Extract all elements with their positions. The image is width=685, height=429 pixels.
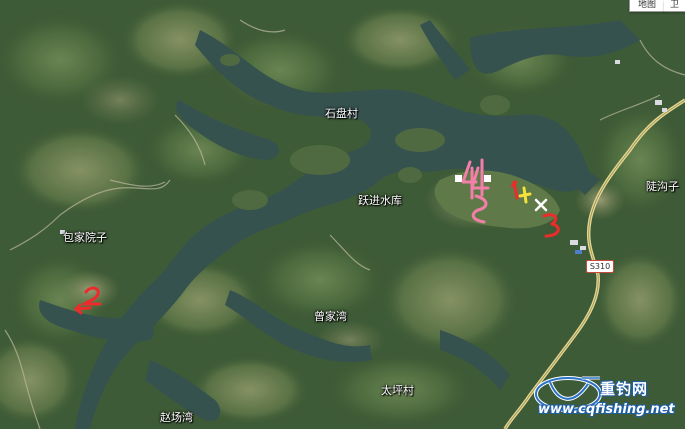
watermark-url[interactable]: www.cqfishing.net: [538, 402, 675, 417]
watermark-site-name: 重钓网: [600, 380, 649, 398]
place-label-taiping-village: 太坪村: [381, 384, 414, 397]
place-label-baojia-courtyard: 包家院子: [63, 231, 107, 244]
satellite-type-button[interactable]: 卫: [664, 0, 685, 12]
place-label-zhaochang-bay: 赵场湾: [160, 411, 193, 424]
map-view[interactable]: 地图 卫 石盘村 跃进水库 包家院子 曾家湾 太坪村 赵场湾 陡沟子 S310 …: [0, 0, 685, 429]
map-type-button[interactable]: 地图: [629, 0, 665, 12]
site-watermark: 重钓网 www.cqfishing.net: [528, 372, 685, 429]
place-label-zengjia-bay: 曾家湾: [314, 310, 347, 323]
satellite-imagery: [0, 0, 685, 429]
road-shield-s310: S310: [586, 260, 614, 273]
place-label-dougou: 陡沟子: [646, 180, 679, 193]
place-label-shipan-village: 石盘村: [325, 107, 358, 120]
place-label-yuejin-reservoir: 跃进水库: [358, 194, 402, 207]
